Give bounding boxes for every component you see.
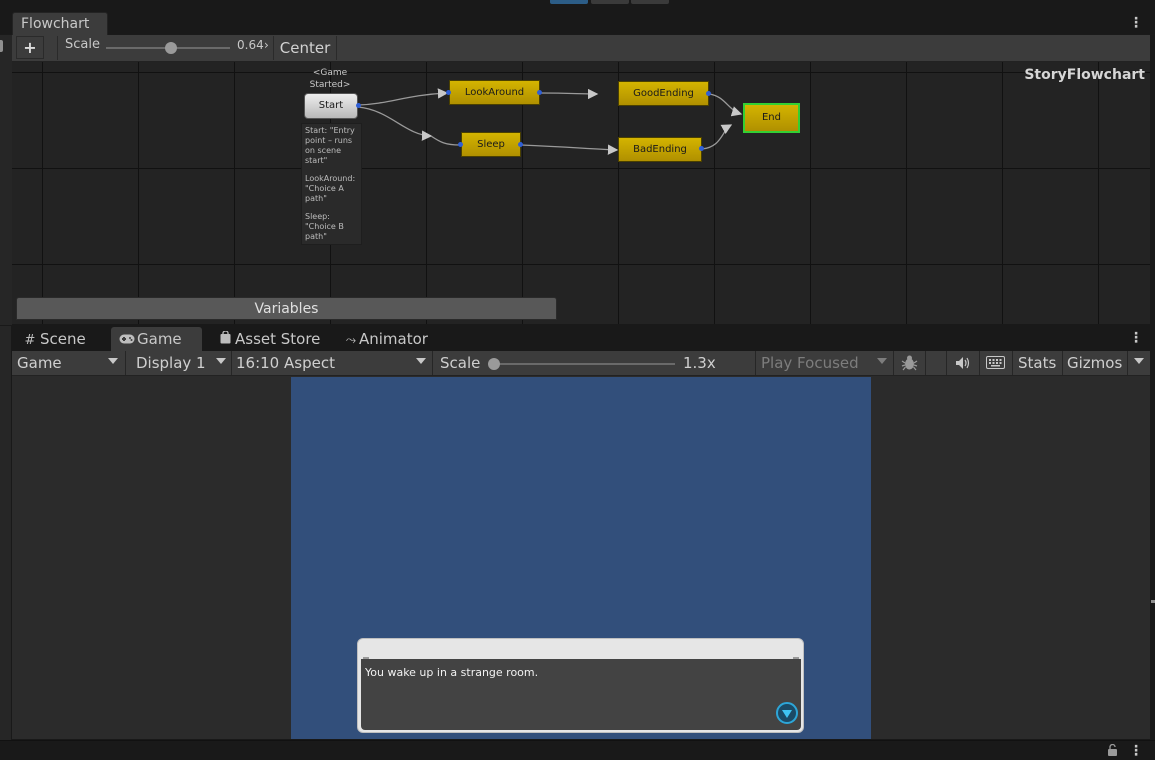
continue-button[interactable] bbox=[776, 702, 798, 724]
block-start[interactable]: Start bbox=[304, 93, 358, 119]
tab-game[interactable]: Game bbox=[111, 327, 202, 351]
speaker-icon[interactable] bbox=[955, 356, 971, 374]
toolbar-divider bbox=[946, 351, 947, 375]
connection-sleep-badending-2 bbox=[520, 144, 619, 155]
start-event-label: <Game Started> bbox=[309, 68, 351, 90]
panel-handle[interactable] bbox=[1151, 600, 1155, 603]
toolbar-divider bbox=[125, 351, 126, 375]
display-dropdown[interactable]: Display 1 bbox=[136, 354, 206, 372]
connection-start-sleep bbox=[357, 106, 433, 141]
output-port[interactable] bbox=[706, 91, 711, 96]
input-port[interactable] bbox=[446, 90, 451, 95]
gamepad-icon bbox=[117, 329, 137, 353]
gizmos-button[interactable]: Gizmos bbox=[1067, 354, 1122, 372]
chevron-down-icon bbox=[416, 358, 426, 364]
tab-scene[interactable]: # Scene bbox=[14, 327, 104, 351]
tab-animator[interactable]: ⤳ Animator bbox=[343, 327, 443, 351]
dialog-corner bbox=[363, 657, 369, 659]
block-descriptions: Start: "Entry point – runs on scene star… bbox=[301, 123, 362, 245]
toolbar-divider bbox=[1012, 351, 1013, 375]
description-lookaround: LookAround: "Choice A path" bbox=[305, 174, 356, 203]
block-end[interactable]: End bbox=[743, 103, 800, 133]
play-focused-dropdown[interactable]: Play Focused bbox=[761, 354, 859, 372]
aspect-dropdown[interactable]: 16:10 Aspect bbox=[236, 354, 335, 372]
keyboard-icon[interactable] bbox=[986, 356, 1005, 373]
left-gutter bbox=[0, 326, 12, 740]
toolbar-divider bbox=[925, 351, 926, 375]
lock-icon[interactable] bbox=[1107, 743, 1118, 760]
input-port[interactable] bbox=[458, 142, 463, 147]
scale-value: 1.3x bbox=[683, 354, 716, 372]
toolbar-divider bbox=[432, 351, 433, 375]
game-mode-dropdown[interactable]: Game bbox=[17, 354, 62, 372]
chevron-down-icon bbox=[877, 358, 887, 364]
variables-button[interactable]: Variables bbox=[16, 297, 557, 320]
toolbar-divider bbox=[893, 351, 894, 375]
chevron-down-icon bbox=[216, 358, 226, 364]
block-goodending[interactable]: GoodEnding bbox=[618, 81, 709, 106]
description-start: Start: "Entry point – runs on scene star… bbox=[305, 126, 355, 165]
dialog-story-text: You wake up in a strange room. bbox=[365, 666, 539, 679]
status-bar bbox=[0, 740, 1155, 758]
toolbar-divider bbox=[755, 351, 756, 375]
toolbar-divider bbox=[231, 351, 232, 375]
description-sleep: Sleep: "Choice B path" bbox=[305, 212, 344, 241]
block-badending[interactable]: BadEnding bbox=[618, 137, 702, 162]
connection-start-lookaround bbox=[357, 88, 449, 106]
flowchart-connections bbox=[357, 88, 743, 155]
tab-asset-store[interactable]: Asset Store bbox=[209, 327, 329, 351]
toolbar-divider bbox=[1127, 351, 1128, 375]
game-menu-icon[interactable]: ⋮ bbox=[1129, 331, 1143, 345]
block-lookaround[interactable]: LookAround bbox=[449, 80, 540, 105]
dialog-corner bbox=[793, 657, 799, 659]
scale-slider[interactable] bbox=[493, 363, 675, 365]
toolbar-divider bbox=[1062, 351, 1063, 375]
bag-icon bbox=[215, 329, 235, 353]
scale-slider-thumb[interactable] bbox=[488, 358, 500, 370]
connection-badending-end bbox=[701, 124, 733, 150]
hash-icon: # bbox=[24, 333, 36, 348]
gizmos-dropdown-icon[interactable] bbox=[1134, 358, 1144, 364]
fork-icon: ⤳ bbox=[345, 333, 357, 348]
toolbar-divider bbox=[979, 351, 980, 375]
scale-label: Scale bbox=[440, 354, 481, 372]
block-sleep[interactable]: Sleep bbox=[461, 132, 521, 157]
chevron-down-icon bbox=[108, 358, 118, 364]
output-port[interactable] bbox=[518, 142, 523, 147]
connection-goodending-end bbox=[708, 93, 743, 117]
stats-button[interactable]: Stats bbox=[1018, 354, 1056, 372]
output-port[interactable] bbox=[356, 103, 361, 108]
output-port[interactable] bbox=[699, 146, 704, 151]
triangle-down-icon bbox=[782, 710, 792, 718]
status-menu-icon[interactable]: ⋮ bbox=[1129, 744, 1143, 758]
connection-lookaround-goodending bbox=[539, 88, 599, 100]
output-port[interactable] bbox=[537, 90, 542, 95]
connection-sleep-badending bbox=[430, 135, 461, 146]
bug-icon[interactable] bbox=[901, 354, 918, 375]
